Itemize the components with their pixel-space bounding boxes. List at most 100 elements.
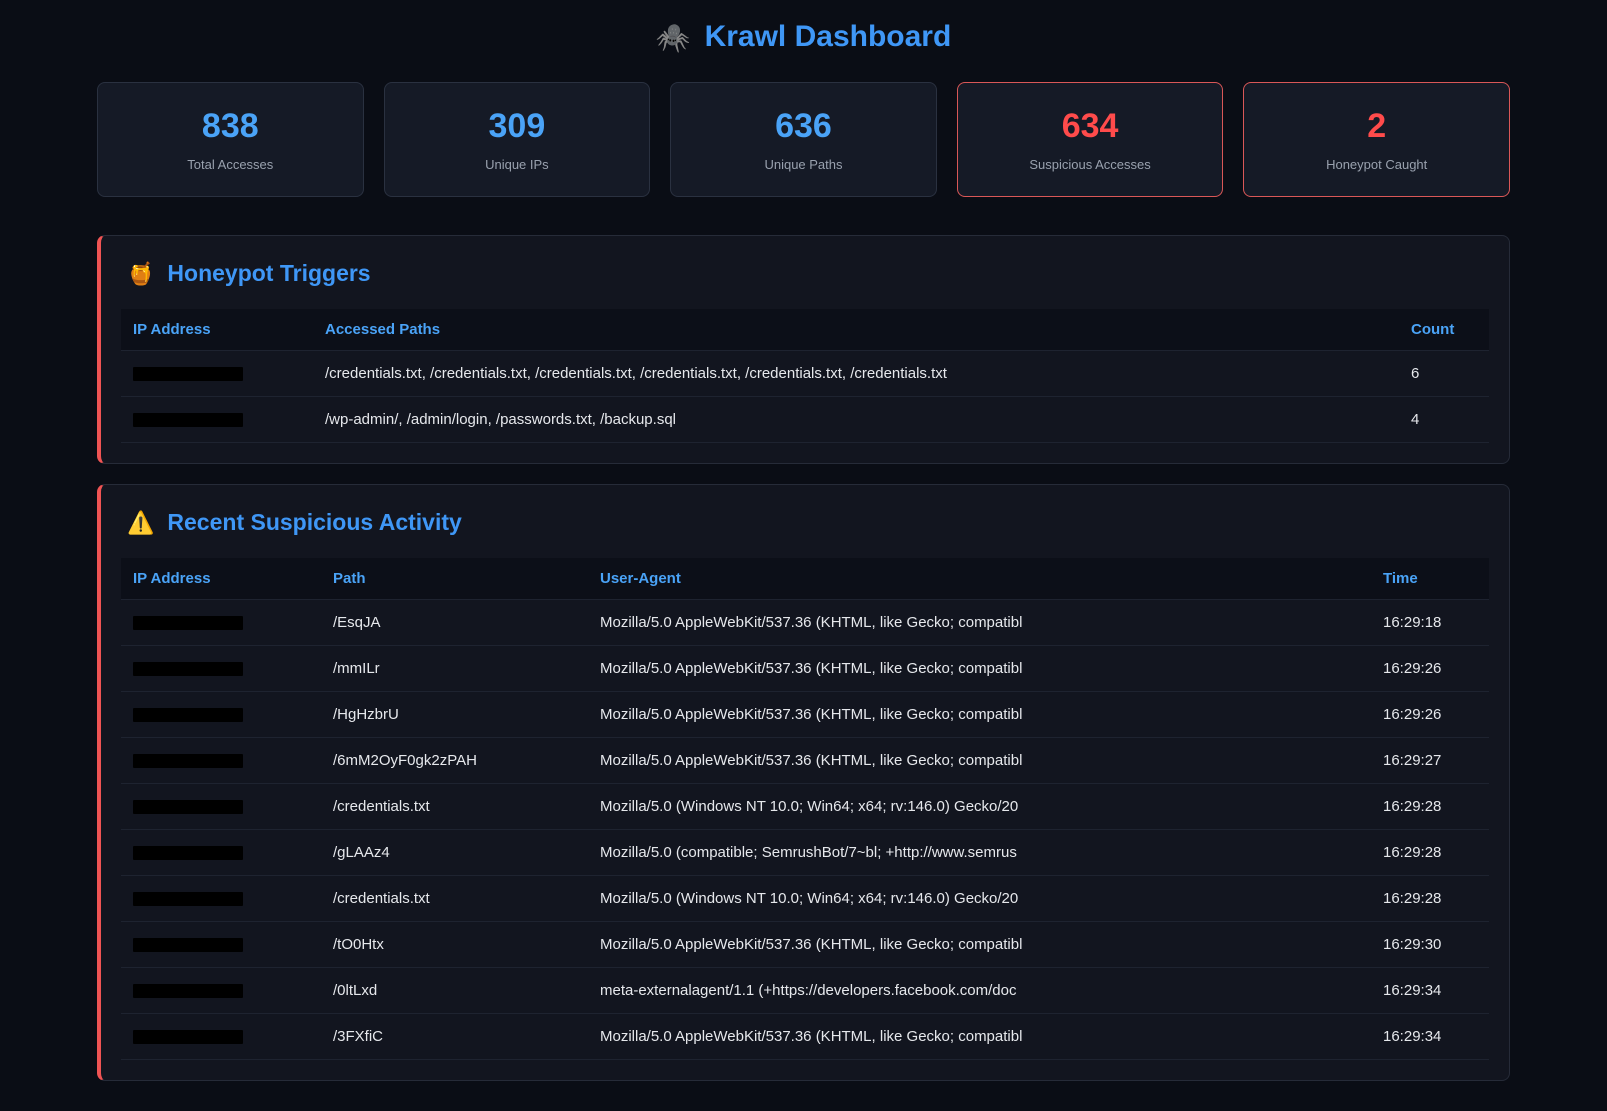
redacted-ip-bar — [133, 800, 243, 814]
stat-card-total-accesses: 838 Total Accesses — [97, 82, 364, 197]
time-cell: 16:29:28 — [1371, 784, 1489, 830]
suspicious-table: IP Address Path User-Agent Time /EsqJA M… — [121, 558, 1489, 1060]
ua-cell: Mozilla/5.0 (Windows NT 10.0; Win64; x64… — [588, 876, 1371, 922]
count-cell: 6 — [1399, 351, 1489, 397]
table-row: /wp-admin/, /admin/login, /passwords.txt… — [121, 397, 1489, 443]
time-cell: 16:29:18 — [1371, 600, 1489, 646]
time-cell: 16:29:28 — [1371, 876, 1489, 922]
time-cell: 16:29:34 — [1371, 968, 1489, 1014]
stat-card-suspicious-accesses: 634 Suspicious Accesses — [957, 82, 1224, 197]
stat-card-honeypot-caught: 2 Honeypot Caught — [1243, 82, 1510, 197]
stat-value: 838 — [108, 109, 353, 143]
warning-icon: ⚠️ — [127, 510, 154, 536]
table-row: /6mM2OyF0gk2zPAH Mozilla/5.0 AppleWebKit… — [121, 738, 1489, 784]
ip-cell — [121, 1014, 321, 1060]
page-title: Krawl Dashboard — [705, 20, 952, 54]
honeypot-table: IP Address Accessed Paths Count /credent… — [121, 309, 1489, 443]
stat-label: Suspicious Accesses — [968, 157, 1213, 172]
time-cell: 16:29:26 — [1371, 692, 1489, 738]
stat-label: Unique IPs — [395, 157, 640, 172]
redacted-ip-bar — [133, 754, 243, 768]
page-header: 🕷️ Krawl Dashboard — [97, 0, 1510, 82]
table-row: /gLAAz4 Mozilla/5.0 (compatible; Semrush… — [121, 830, 1489, 876]
table-row: /3FXfiC Mozilla/5.0 AppleWebKit/537.36 (… — [121, 1014, 1489, 1060]
path-cell: /6mM2OyF0gk2zPAH — [321, 738, 588, 784]
path-cell: /credentials.txt — [321, 784, 588, 830]
stat-label: Total Accesses — [108, 157, 353, 172]
col-header-ip: IP Address — [121, 558, 321, 600]
stat-value: 309 — [395, 109, 640, 143]
time-cell: 16:29:26 — [1371, 646, 1489, 692]
paths-cell: /credentials.txt, /credentials.txt, /cre… — [313, 351, 1399, 397]
ip-cell — [121, 397, 313, 443]
suspicious-panel-title: ⚠️ Recent Suspicious Activity — [127, 509, 1483, 536]
path-cell: /mmILr — [321, 646, 588, 692]
path-cell: /EsqJA — [321, 600, 588, 646]
redacted-ip-bar — [133, 662, 243, 676]
ip-cell — [121, 922, 321, 968]
ua-cell: Mozilla/5.0 AppleWebKit/537.36 (KHTML, l… — [588, 646, 1371, 692]
ip-cell — [121, 692, 321, 738]
table-row: /EsqJA Mozilla/5.0 AppleWebKit/537.36 (K… — [121, 600, 1489, 646]
honeypot-panel-title: 🍯 Honeypot Triggers — [127, 260, 1483, 287]
ip-cell — [121, 876, 321, 922]
col-header-ip: IP Address — [121, 309, 313, 351]
redacted-ip-bar — [133, 367, 243, 381]
time-cell: 16:29:27 — [1371, 738, 1489, 784]
stat-card-unique-paths: 636 Unique Paths — [670, 82, 937, 197]
time-cell: 16:29:30 — [1371, 922, 1489, 968]
redacted-ip-bar — [133, 708, 243, 722]
table-row: /tO0Htx Mozilla/5.0 AppleWebKit/537.36 (… — [121, 922, 1489, 968]
ua-cell: Mozilla/5.0 AppleWebKit/537.36 (KHTML, l… — [588, 738, 1371, 784]
time-cell: 16:29:28 — [1371, 830, 1489, 876]
ua-cell: Mozilla/5.0 (Windows NT 10.0; Win64; x64… — [588, 784, 1371, 830]
col-header-ua: User-Agent — [588, 558, 1371, 600]
dashboard-page: 🕷️ Krawl Dashboard 838 Total Accesses 30… — [0, 0, 1607, 1111]
ip-cell — [121, 968, 321, 1014]
stat-value: 636 — [681, 109, 926, 143]
suspicious-activity-panel: ⚠️ Recent Suspicious Activity IP Address… — [97, 484, 1510, 1081]
table-row: /0ltLxd meta-externalagent/1.1 (+https:/… — [121, 968, 1489, 1014]
paths-cell: /wp-admin/, /admin/login, /passwords.txt… — [313, 397, 1399, 443]
table-row: /HgHzbrU Mozilla/5.0 AppleWebKit/537.36 … — [121, 692, 1489, 738]
table-header-row: IP Address Accessed Paths Count — [121, 309, 1489, 351]
redacted-ip-bar — [133, 984, 243, 998]
stat-label: Honeypot Caught — [1254, 157, 1499, 172]
ua-cell: Mozilla/5.0 AppleWebKit/537.36 (KHTML, l… — [588, 692, 1371, 738]
ua-cell: meta-externalagent/1.1 (+https://develop… — [588, 968, 1371, 1014]
col-header-paths: Accessed Paths — [313, 309, 1399, 351]
stat-value: 634 — [968, 109, 1213, 143]
honeypot-icon: 🍯 — [127, 261, 154, 287]
redacted-ip-bar — [133, 616, 243, 630]
stat-value: 2 — [1254, 109, 1499, 143]
col-header-time: Time — [1371, 558, 1489, 600]
path-cell: /credentials.txt — [321, 876, 588, 922]
stat-card-unique-ips: 309 Unique IPs — [384, 82, 651, 197]
stats-row: 838 Total Accesses 309 Unique IPs 636 Un… — [97, 82, 1510, 197]
honeypot-triggers-panel: 🍯 Honeypot Triggers IP Address Accessed … — [97, 235, 1510, 464]
ua-cell: Mozilla/5.0 AppleWebKit/537.36 (KHTML, l… — [588, 1014, 1371, 1060]
col-header-path: Path — [321, 558, 588, 600]
redacted-ip-bar — [133, 846, 243, 860]
ua-cell: Mozilla/5.0 (compatible; SemrushBot/7~bl… — [588, 830, 1371, 876]
ip-cell — [121, 646, 321, 692]
stat-label: Unique Paths — [681, 157, 926, 172]
time-cell: 16:29:34 — [1371, 1014, 1489, 1060]
path-cell: /0ltLxd — [321, 968, 588, 1014]
redacted-ip-bar — [133, 413, 243, 427]
table-row: /credentials.txt Mozilla/5.0 (Windows NT… — [121, 876, 1489, 922]
ip-cell — [121, 351, 313, 397]
path-cell: /3FXfiC — [321, 1014, 588, 1060]
ua-cell: Mozilla/5.0 AppleWebKit/537.36 (KHTML, l… — [588, 600, 1371, 646]
table-header-row: IP Address Path User-Agent Time — [121, 558, 1489, 600]
table-row: /credentials.txt Mozilla/5.0 (Windows NT… — [121, 784, 1489, 830]
count-cell: 4 — [1399, 397, 1489, 443]
spider-icon: 🕷️ — [656, 21, 691, 54]
path-cell: /gLAAz4 — [321, 830, 588, 876]
ua-cell: Mozilla/5.0 AppleWebKit/537.36 (KHTML, l… — [588, 922, 1371, 968]
redacted-ip-bar — [133, 892, 243, 906]
path-cell: /tO0Htx — [321, 922, 588, 968]
table-row: /mmILr Mozilla/5.0 AppleWebKit/537.36 (K… — [121, 646, 1489, 692]
honeypot-title-text: Honeypot Triggers — [167, 260, 370, 287]
ip-cell — [121, 784, 321, 830]
